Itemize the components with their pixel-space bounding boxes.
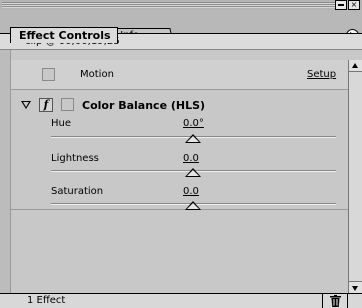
param-hue-label: Hue xyxy=(51,118,72,129)
hue-slider-thumb[interactable] xyxy=(185,134,201,143)
collapse-icon[interactable] xyxy=(335,0,347,10)
lightness-slider-thumb[interactable] xyxy=(185,168,201,177)
close-icon[interactable]: × xyxy=(348,0,360,10)
param-lightness-label: Lightness xyxy=(51,153,99,164)
saturation-slider-thumb[interactable] xyxy=(185,201,201,210)
motion-row[interactable]: Motion Setup xyxy=(11,60,348,90)
trash-icon xyxy=(330,295,341,307)
effect-keyframe-checkbox[interactable] xyxy=(61,98,74,111)
param-hue-value[interactable]: 0.0° xyxy=(183,118,204,129)
param-saturation-label: Saturation xyxy=(51,186,104,197)
window-titlebar[interactable]: × xyxy=(0,0,362,10)
effect-name: Color Balance (HLS) xyxy=(82,99,206,112)
effect-count: 1 Effect xyxy=(27,295,66,306)
status-footer: 1 Effect xyxy=(0,293,362,308)
delete-effect-button[interactable] xyxy=(322,294,348,308)
effect-list: Motion Setup f Color Balance (HLS) Hue 0… xyxy=(11,60,348,293)
scroll-up-icon[interactable] xyxy=(349,60,362,72)
titlebar-grip xyxy=(2,2,346,8)
param-lightness-value[interactable]: 0.0 xyxy=(183,153,199,164)
motion-label: Motion xyxy=(80,69,114,80)
setup-button[interactable]: Setup xyxy=(307,69,336,80)
disclosure-triangle-icon[interactable] xyxy=(21,101,31,109)
scroll-down-icon[interactable] xyxy=(349,281,362,293)
effect-color-balance: f Color Balance (HLS) Hue 0.0° Lightness… xyxy=(11,90,348,210)
panel-left-edge xyxy=(0,50,11,293)
tab-effect-controls[interactable]: Effect Controls xyxy=(10,27,118,43)
param-saturation-value[interactable]: 0.0 xyxy=(183,186,199,197)
fx-toggle-icon[interactable]: f xyxy=(39,98,53,112)
motion-enable-checkbox[interactable] xyxy=(42,68,55,81)
vertical-scrollbar[interactable] xyxy=(348,60,362,293)
